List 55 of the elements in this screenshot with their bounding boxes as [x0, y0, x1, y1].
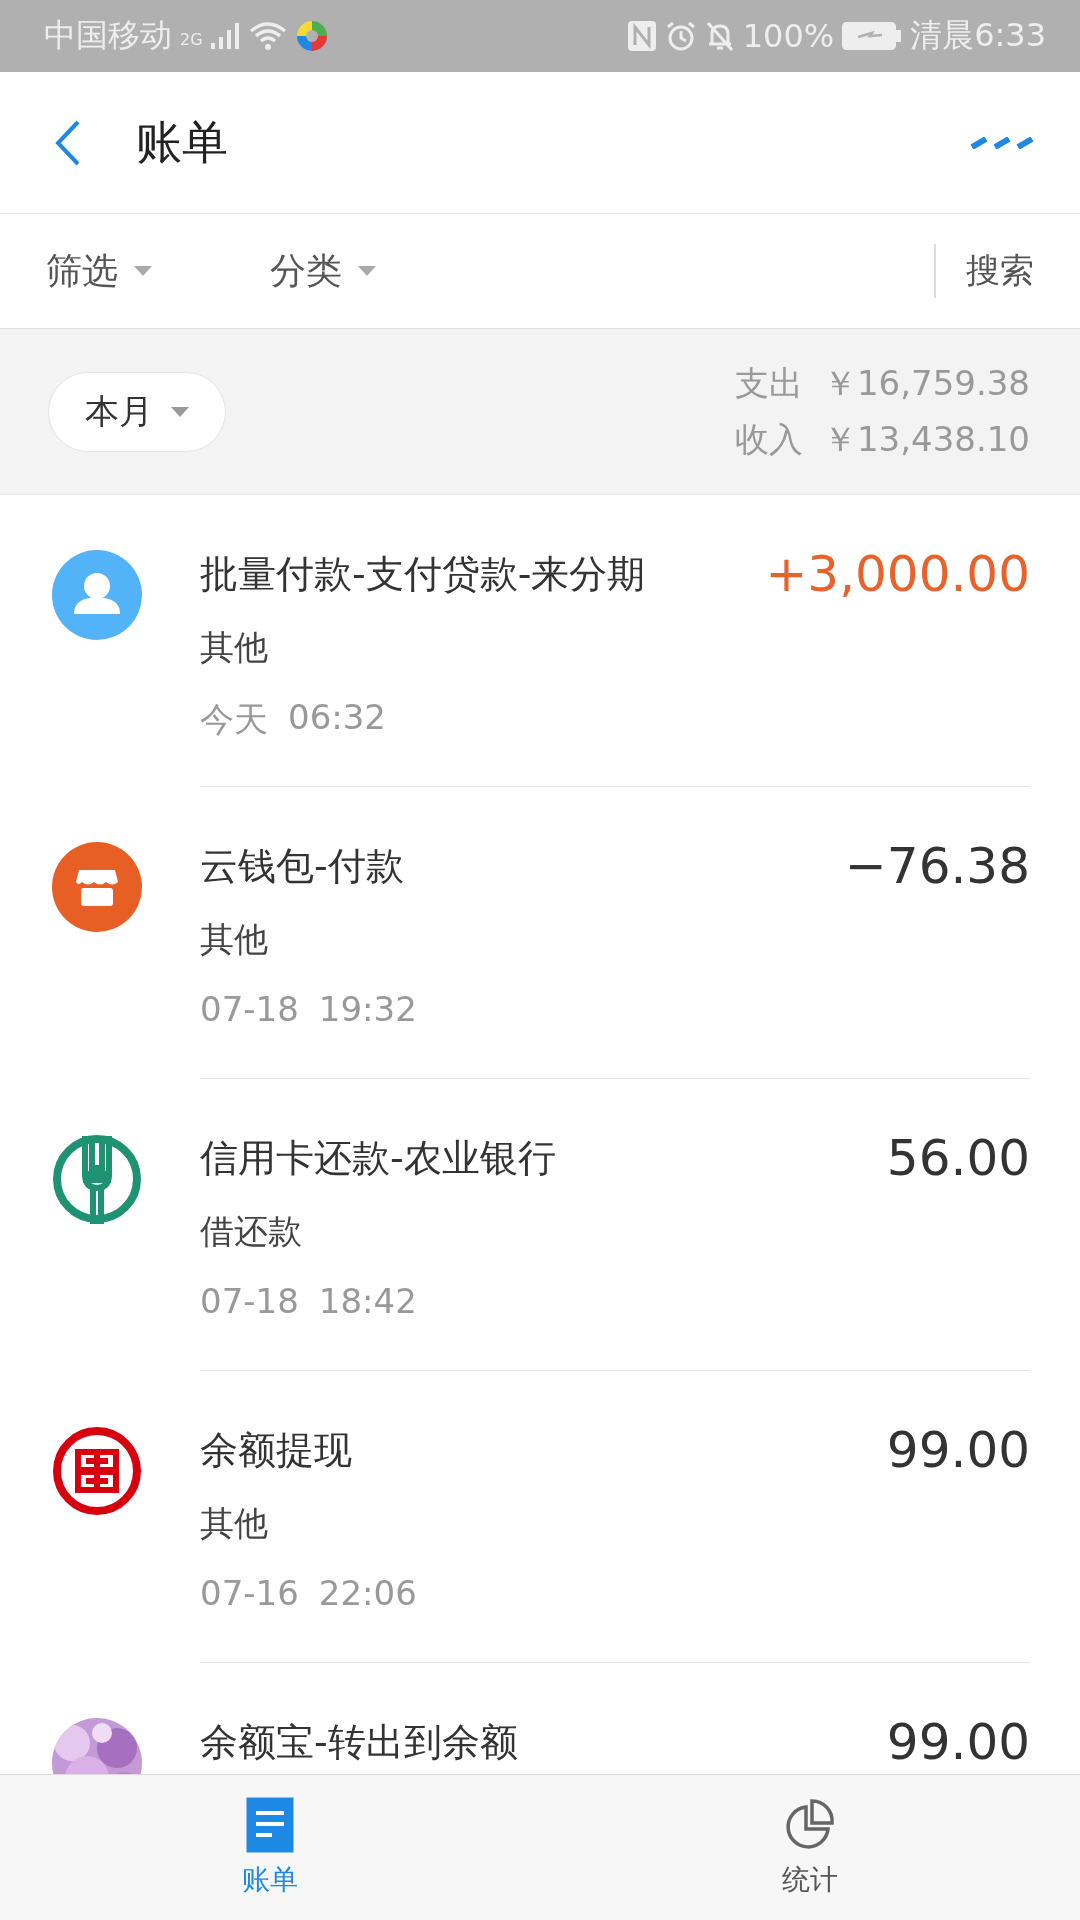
transaction-amount: 99.00	[886, 1713, 1030, 1771]
mute-icon	[704, 20, 735, 52]
more-icon[interactable]	[970, 136, 1034, 149]
back-icon[interactable]	[54, 118, 82, 167]
person-icon	[52, 550, 142, 640]
caret-icon	[134, 266, 152, 276]
transaction-title: 信用卡还款-农业银行	[200, 1134, 556, 1182]
transaction-row[interactable]: 信用卡还款-农业银行 56.00 借还款 07-18 18:42	[0, 1079, 1080, 1371]
transaction-title: 余额宝-转出到余额	[200, 1718, 518, 1766]
battery-percent: 100%	[742, 17, 835, 55]
signal-icon	[210, 23, 241, 49]
month-dropdown[interactable]: 本月	[48, 371, 226, 452]
transaction-category: 其他	[200, 1502, 269, 1545]
alarm-icon	[664, 20, 697, 52]
wifi-icon	[248, 21, 287, 51]
transaction-title: 余额提现	[200, 1426, 352, 1474]
bill-icon	[244, 1796, 296, 1853]
transaction-amount: +3,000.00	[765, 545, 1030, 603]
transaction-title: 云钱包-付款	[200, 842, 404, 890]
battery-icon	[842, 22, 903, 50]
transaction-date: 07-18	[200, 1281, 299, 1321]
transaction-amount: 56.00	[886, 1129, 1030, 1187]
expense-label: 支出	[734, 361, 803, 405]
transaction-date: 今天	[200, 698, 268, 741]
app-logo-icon	[294, 19, 329, 53]
transaction-category: 借还款	[200, 1210, 303, 1253]
income-label: 收入	[734, 417, 803, 461]
transaction-row[interactable]: 云钱包-付款 −76.38 其他 07-18 19:32	[0, 787, 1080, 1079]
transaction-time: 06:32	[288, 697, 386, 739]
filter-dropdown[interactable]: 分类	[270, 246, 376, 296]
transaction-date: 07-16	[200, 1573, 299, 1613]
search-button[interactable]: 搜索	[936, 248, 1080, 294]
carrier-name: 中国移动	[44, 15, 172, 56]
transaction-row[interactable]: 批量付款-支付贷款-来分期 +3,000.00 其他 今天 06:32	[0, 495, 1080, 787]
transaction-category: 其他	[200, 918, 269, 961]
transaction-amount: −76.38	[844, 837, 1030, 895]
transaction-title: 批量付款-支付贷款-来分期	[200, 550, 646, 598]
transaction-amount: 99.00	[886, 1421, 1030, 1479]
nfc-icon	[626, 20, 657, 52]
caret-icon	[171, 406, 189, 417]
transaction-date: 07-18	[200, 989, 299, 1029]
transaction-time: 18:42	[318, 1281, 417, 1321]
clock-time: 清晨6:33	[910, 15, 1046, 56]
filter-dropdown[interactable]: 筛选	[46, 246, 152, 296]
tab-bar-item[interactable]: 统计	[540, 1775, 1080, 1920]
transaction-time: 19:32	[318, 989, 417, 1029]
transaction-row[interactable]: 余额提现 99.00 其他 07-16 22:06	[0, 1371, 1080, 1663]
income-total: ￥13,438.10	[822, 417, 1030, 461]
caret-icon	[358, 266, 376, 276]
transaction-time: 22:06	[318, 1573, 417, 1613]
transaction-category: 其他	[200, 626, 269, 669]
page-title: 账单	[136, 113, 228, 171]
network-type: 2G	[180, 30, 203, 49]
shop-icon	[52, 842, 142, 932]
expense-total: ￥16,759.38	[822, 361, 1030, 405]
